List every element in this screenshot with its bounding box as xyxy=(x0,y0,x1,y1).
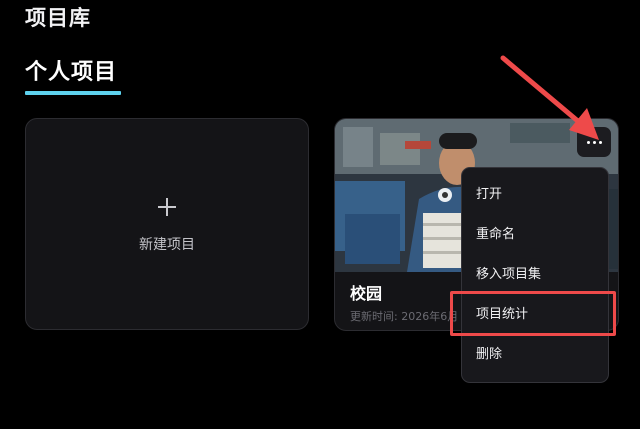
project-updated-time: 更新时间: 2026年6月 xyxy=(350,310,459,323)
new-project-label[interactable]: 新建项目 xyxy=(25,234,309,254)
tab-personal-projects[interactable]: 个人项目 xyxy=(25,54,117,86)
page-title: 项目库 xyxy=(25,6,91,30)
project-name[interactable]: 校园 xyxy=(350,280,382,304)
menu-item-rename[interactable]: 重命名 xyxy=(476,224,596,246)
annotation-arrow-icon xyxy=(500,55,599,140)
menu-item-move-to-collection[interactable]: 移入项目集 xyxy=(476,264,596,286)
active-tab-indicator xyxy=(25,91,121,95)
plus-icon-horizontal xyxy=(158,206,176,208)
plus-icon[interactable] xyxy=(155,195,179,219)
highlight-annotation-box xyxy=(450,291,616,336)
menu-item-open[interactable]: 打开 xyxy=(476,184,596,206)
menu-item-delete[interactable]: 删除 xyxy=(476,344,596,366)
new-project-card[interactable] xyxy=(25,118,309,330)
